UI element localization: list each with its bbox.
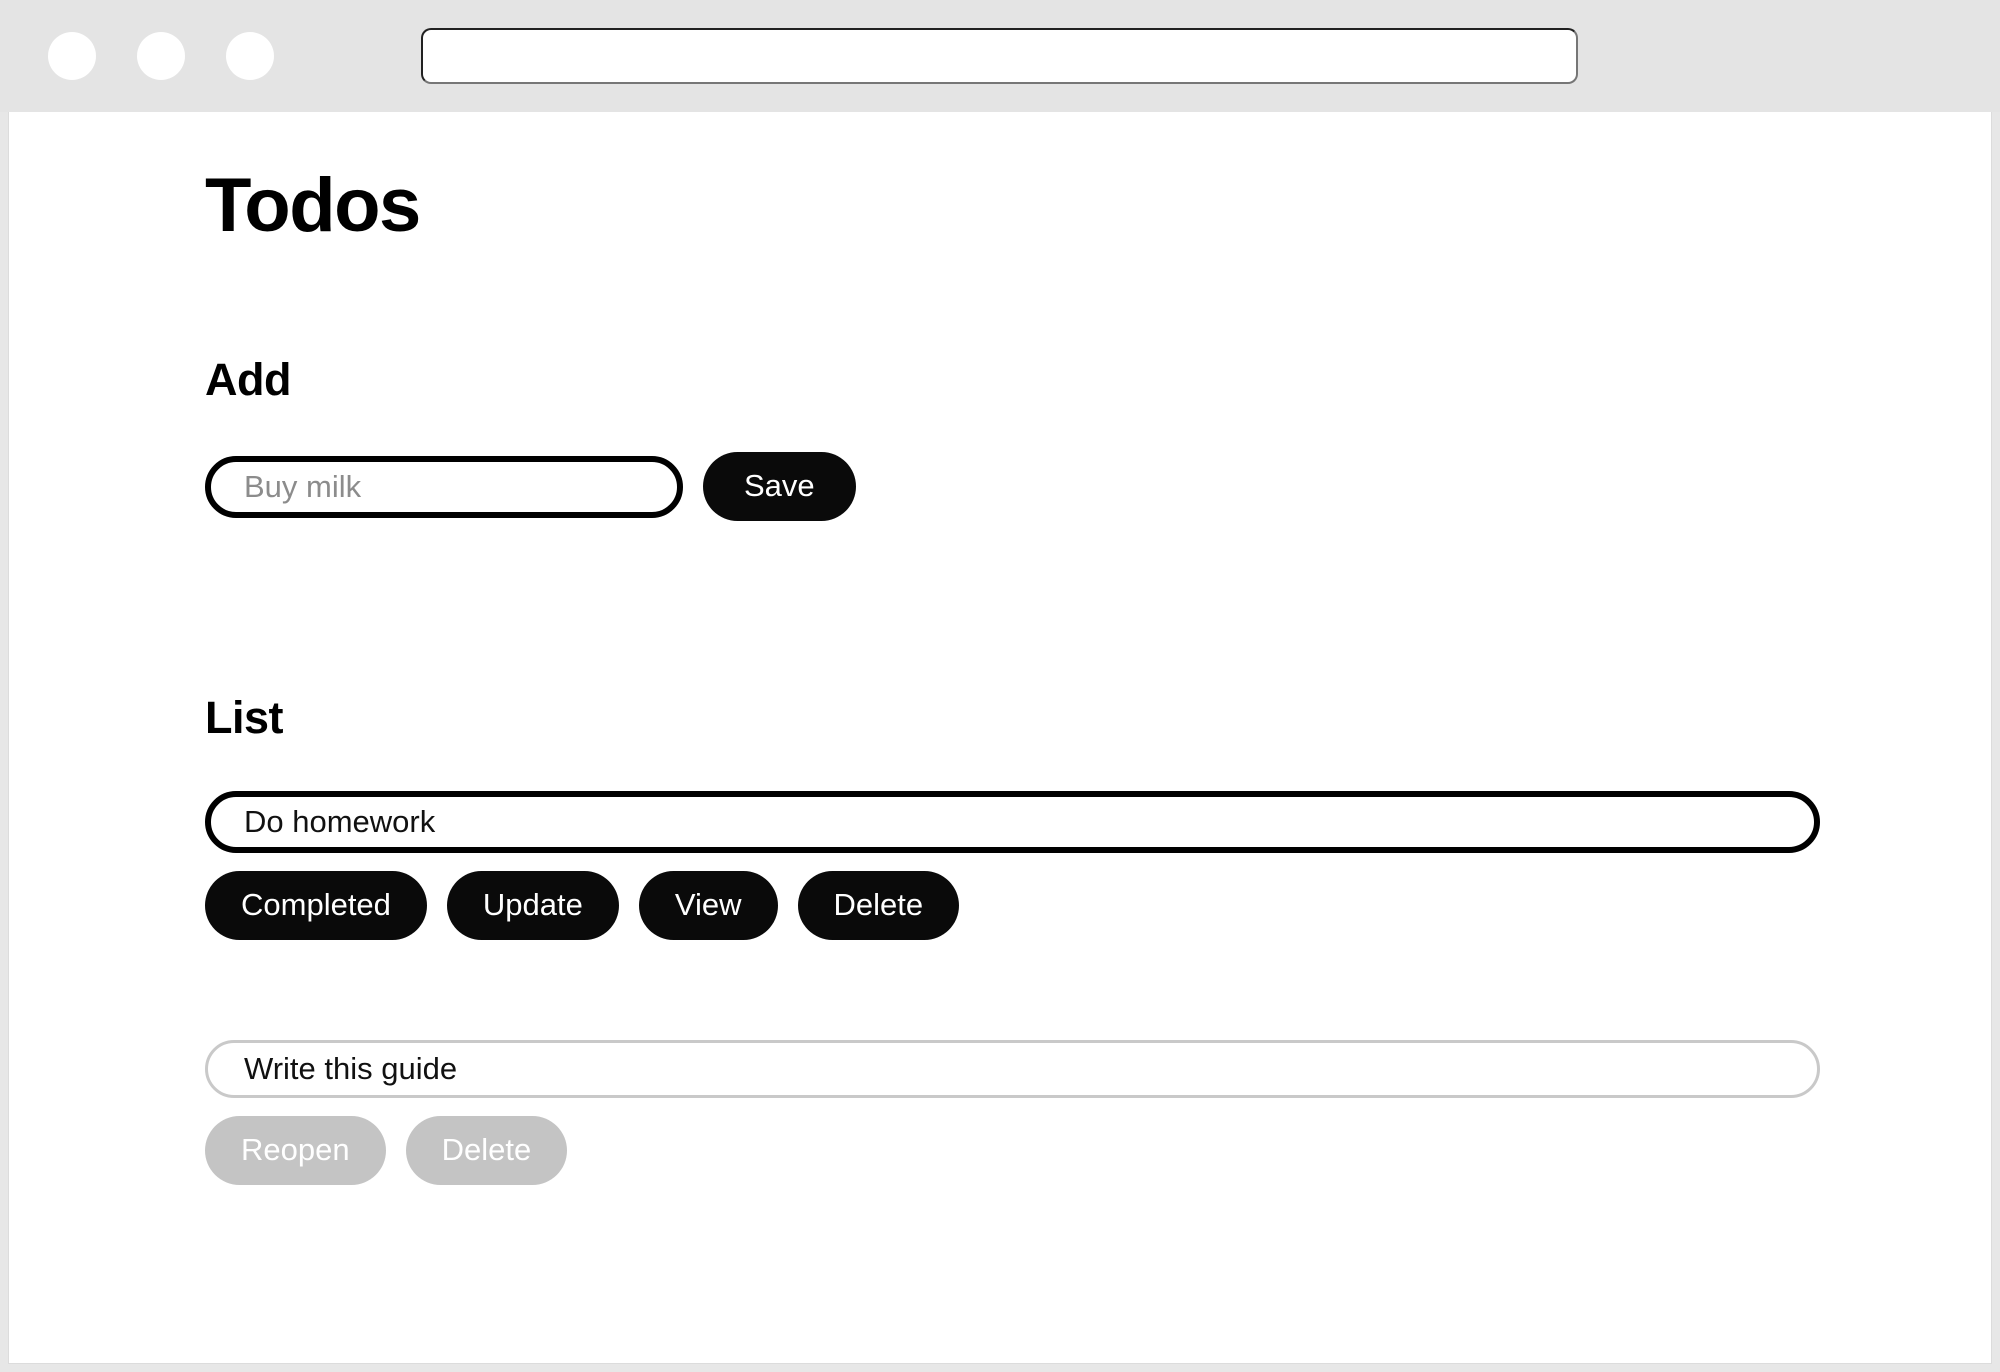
browser-window: Todos Add Save List Do homework Complete…: [0, 0, 2000, 1372]
maximize-button[interactable]: [226, 32, 274, 80]
view-button[interactable]: View: [638, 870, 778, 940]
page-title: Todos: [205, 163, 421, 248]
todo-text-completed[interactable]: Write this guide: [205, 1039, 1820, 1098]
save-button[interactable]: Save: [703, 452, 856, 522]
list-section-heading: List: [205, 692, 284, 744]
browser-chrome-bar: [0, 0, 2000, 112]
traffic-light-group: [48, 32, 274, 80]
completed-button[interactable]: Completed: [205, 870, 427, 940]
address-bar-input[interactable]: [421, 28, 1578, 84]
page-viewport: Todos Add Save List Do homework Complete…: [8, 112, 1992, 1364]
delete-button[interactable]: Delete: [797, 870, 960, 940]
todo-action-group: Reopen Delete: [205, 1115, 1991, 1185]
update-button[interactable]: Update: [446, 870, 619, 940]
close-button[interactable]: [48, 32, 96, 80]
todo-text-active[interactable]: Do homework: [205, 790, 1820, 853]
todo-action-group: Completed Update View Delete: [205, 870, 1991, 940]
new-todo-input[interactable]: [205, 455, 683, 518]
todo-item: Write this guide Reopen Delete: [205, 1039, 1991, 1185]
delete-completed-button[interactable]: Delete: [405, 1115, 568, 1185]
todo-list: Do homework Completed Update View Delete…: [205, 790, 1991, 1185]
add-todo-row: Save: [205, 452, 1991, 522]
page-content: Todos Add Save List Do homework Complete…: [9, 112, 1991, 1185]
reopen-button[interactable]: Reopen: [205, 1115, 386, 1185]
todo-item: Do homework Completed Update View Delete: [205, 790, 1991, 940]
minimize-button[interactable]: [137, 32, 185, 80]
add-section-heading: Add: [205, 353, 291, 405]
